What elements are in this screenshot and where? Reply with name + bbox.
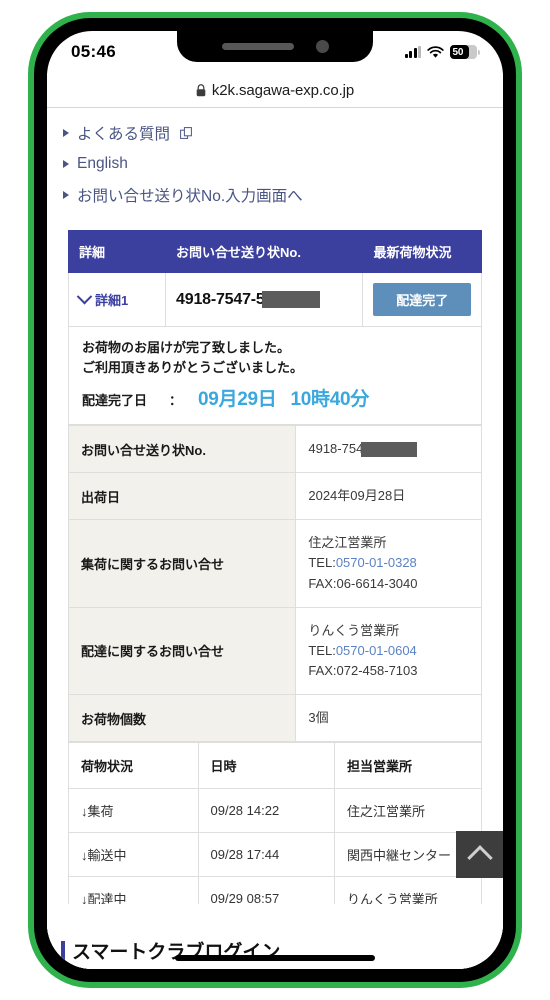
column-header-detail: 詳細	[67, 230, 167, 273]
info-value-package-count: 3個	[295, 694, 482, 743]
table-row: 詳細1 4918-7547-5 配達完了	[67, 272, 482, 327]
table-row: お問い合せ送り状No. 4918-754	[67, 424, 482, 474]
delivery-date-row: 配達完了日 ： 09月29日 10時40分	[82, 384, 468, 411]
tel-link[interactable]: 0570-01-0604	[336, 643, 417, 658]
tel-line: TEL:0570-01-0604	[308, 641, 469, 661]
column-header-tracking-no: お問い合せ送り状No.	[165, 230, 364, 273]
info-label-pickup-contact: 集荷に関するお問い合せ	[67, 519, 297, 608]
fax-line: FAX:072-458-7103	[308, 662, 418, 678]
info-label-ship-date: 出荷日	[67, 472, 297, 521]
info-value-ship-date: 2024年09月28日	[295, 472, 482, 521]
info-value-tracking-no: 4918-754	[295, 424, 482, 474]
tracking-number: 4918-7547-5	[176, 291, 352, 309]
table-header-row: 詳細 お問い合せ送り状No. 最新荷物状況	[67, 230, 482, 273]
lock-icon	[196, 83, 206, 96]
nav-link-label: お問い合せ送り状No.入力画面へ	[77, 188, 303, 205]
table-row: お荷物個数 3個	[67, 694, 482, 743]
tracking-number-cell: 4918-7547-5	[165, 272, 364, 327]
office-name: 住之江営業所	[308, 535, 387, 551]
wifi-icon	[427, 45, 444, 58]
bullet-arrow-icon	[63, 129, 69, 137]
notice-line-2: ご利用頂きありがとうございました。	[82, 359, 304, 375]
info-value-delivery-contact: りんくう営業所 TEL:0570-01-0604 FAX:072-458-710…	[295, 606, 482, 696]
table-row: 配達に関するお問い合せ りんくう営業所 TEL:0570-01-0604 FAX…	[67, 606, 482, 696]
notice-line-1: お荷物のお届けが完了致しました。	[82, 340, 291, 355]
status-time: 05:46	[71, 42, 116, 61]
battery-percent: 50	[452, 46, 464, 58]
delivery-date-colon: ：	[169, 393, 183, 408]
delivery-date-label: 配達完了日	[82, 393, 148, 408]
redaction-block	[361, 442, 418, 458]
home-indicator[interactable]	[175, 955, 375, 961]
table-row: 出荷日 2024年09月28日	[67, 472, 482, 521]
scroll-to-top-button[interactable]	[456, 831, 503, 878]
delivery-time-value: 10時40分	[290, 389, 370, 410]
status-badge-cell: 配達完了	[362, 272, 482, 327]
nav-link-label: English	[77, 155, 128, 172]
table-header-row: 荷物状況 日時 担当営業所	[68, 742, 482, 790]
nav-link-tracking-input[interactable]: お問い合せ送り状No.入力画面へ	[63, 184, 503, 206]
table-row: ↓集荷 09/28 14:22 住之江営業所	[68, 788, 482, 834]
cellular-signal-icon	[404, 46, 421, 58]
column-header-office: 担当営業所	[334, 742, 482, 790]
tel-link[interactable]: 0570-01-0328	[336, 555, 417, 570]
external-link-icon	[180, 127, 192, 139]
chevron-up-icon	[466, 844, 493, 871]
tel-prefix: TEL:	[308, 555, 336, 571]
browser-url-bar[interactable]: k2k.sagawa-exp.co.jp	[47, 73, 503, 108]
footer-accent-bar	[61, 940, 65, 961]
front-camera-icon	[315, 40, 329, 53]
info-value-pickup-contact: 住之江営業所 TEL:0570-01-0328 FAX:06-6614-3040	[295, 519, 482, 608]
column-header-datetime: 日時	[197, 742, 335, 790]
detail-toggle-label: 詳細1	[95, 293, 129, 308]
table-row: ↓輸送中 09/28 17:44 関西中継センター	[68, 832, 482, 878]
nav-link-list: よくある質問 English お問い合せ送り状No.入力画面へ	[47, 108, 503, 216]
history-datetime: 09/28 17:44	[197, 832, 335, 878]
footer: スマートクラブログイン	[47, 904, 503, 969]
info-label-package-count: お荷物個数	[67, 694, 297, 743]
delivery-date-value: 09月29日	[198, 389, 277, 410]
shipment-info-table: お問い合せ送り状No. 4918-754 出荷日 2024年09月28日 集荷に…	[67, 424, 482, 743]
phone-screen: 05:46 50 k2k.sagawa-exp.co.jp よくある質問 Eng…	[47, 31, 503, 969]
info-label-tracking-no: お問い合せ送り状No.	[67, 424, 297, 474]
history-status: ↓集荷	[68, 788, 199, 834]
notch	[177, 31, 373, 62]
redaction-block	[261, 291, 320, 308]
status-badge: 配達完了	[373, 283, 471, 316]
page-content: よくある質問 English お問い合せ送り状No.入力画面へ 詳細 お問い合せ…	[47, 108, 503, 969]
bullet-arrow-icon	[63, 191, 69, 199]
status-indicators: 50	[404, 45, 480, 59]
battery-icon: 50	[450, 45, 480, 59]
tracking-number-text: 4918-754	[308, 441, 364, 456]
phone-bezel: 05:46 50 k2k.sagawa-exp.co.jp よくある質問 Eng…	[34, 18, 516, 982]
nav-link-faq[interactable]: よくある質問	[63, 122, 503, 144]
history-status: ↓輸送中	[68, 832, 199, 878]
nav-link-label: よくある質問	[77, 126, 171, 143]
chevron-down-icon	[76, 288, 93, 305]
info-label-delivery-contact: 配達に関するお問い合せ	[67, 606, 297, 696]
history-datetime: 09/28 14:22	[197, 788, 335, 834]
office-name: りんくう営業所	[308, 622, 400, 638]
nav-link-english[interactable]: English	[63, 155, 503, 173]
url-text: k2k.sagawa-exp.co.jp	[211, 81, 355, 99]
tel-line: TEL:0570-01-0328	[308, 553, 469, 573]
phone-frame: 05:46 50 k2k.sagawa-exp.co.jp よくある質問 Eng…	[28, 12, 522, 988]
column-header-latest-status: 最新荷物状況	[362, 230, 482, 273]
delivery-notice: お荷物のお届けが完了致しました。 ご利用頂きありがとうございました。 配達完了日…	[68, 327, 482, 425]
tel-prefix: TEL:	[308, 642, 336, 658]
detail-toggle-cell[interactable]: 詳細1	[67, 272, 167, 327]
fax-line: FAX:06-6614-3040	[308, 575, 418, 591]
table-row: 集荷に関するお問い合せ 住之江営業所 TEL:0570-01-0328 FAX:…	[67, 519, 482, 608]
column-header-status: 荷物状況	[68, 742, 199, 790]
summary-table: 詳細 お問い合せ送り状No. 最新荷物状況 詳細1 4918-7547-5 配達…	[67, 230, 482, 327]
bullet-arrow-icon	[63, 160, 69, 168]
history-office: 住之江営業所	[334, 788, 482, 834]
tracking-number-text: 4918-7547-5	[176, 290, 265, 308]
detail-toggle[interactable]: 詳細1	[76, 288, 155, 309]
earpiece-speaker-icon	[221, 43, 294, 50]
